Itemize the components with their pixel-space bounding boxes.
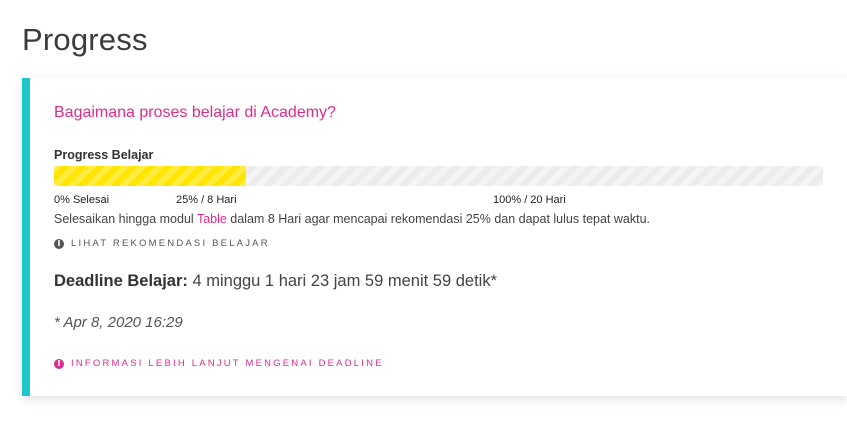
progress-label: Progress Belajar	[54, 148, 154, 162]
module-link[interactable]: Table	[197, 212, 227, 226]
hint-text-after: dalam 8 Hari agar mencapai rekomendasi 2…	[226, 212, 650, 226]
hint-text-before: Selesaikan hingga modul	[54, 212, 197, 226]
deadline-info-link[interactable]: i INFORMASI LEBIH LANJUT MENGENAI DEADLI…	[54, 358, 384, 369]
progress-bar	[54, 166, 823, 186]
recommendation-link[interactable]: i LIHAT REKOMENDASI BELAJAR	[54, 238, 270, 249]
deadline-date: * Apr 8, 2020 16:29	[54, 314, 183, 331]
progress-marker-start: 0% Selesai	[54, 194, 110, 206]
progress-fill	[54, 166, 247, 186]
info-icon: i	[54, 238, 64, 249]
deadline-info-link-label: INFORMASI LEBIH LANJUT MENGENAI DEADLINE	[71, 358, 384, 369]
progress-marker-end: 100% / 20 Hari	[493, 194, 566, 206]
progress-hint: Selesaikan hingga modul Table dalam 8 Ha…	[54, 212, 650, 226]
deadline-text: Deadline Belajar: 4 minggu 1 hari 23 jam…	[54, 272, 497, 291]
progress-card: Bagaimana proses belajar di Academy? Pro…	[22, 78, 847, 396]
recommendation-link-label: LIHAT REKOMENDASI BELAJAR	[71, 238, 270, 249]
page-title: Progress	[22, 22, 148, 57]
progress-marker-recommended: 25% / 8 Hari	[176, 194, 237, 206]
card-question: Bagaimana proses belajar di Academy?	[54, 104, 336, 121]
deadline-countdown: 4 minggu 1 hari 23 jam 59 menit 59 detik…	[187, 272, 497, 290]
deadline-label: Deadline Belajar:	[54, 272, 188, 290]
info-icon: i	[54, 358, 64, 369]
